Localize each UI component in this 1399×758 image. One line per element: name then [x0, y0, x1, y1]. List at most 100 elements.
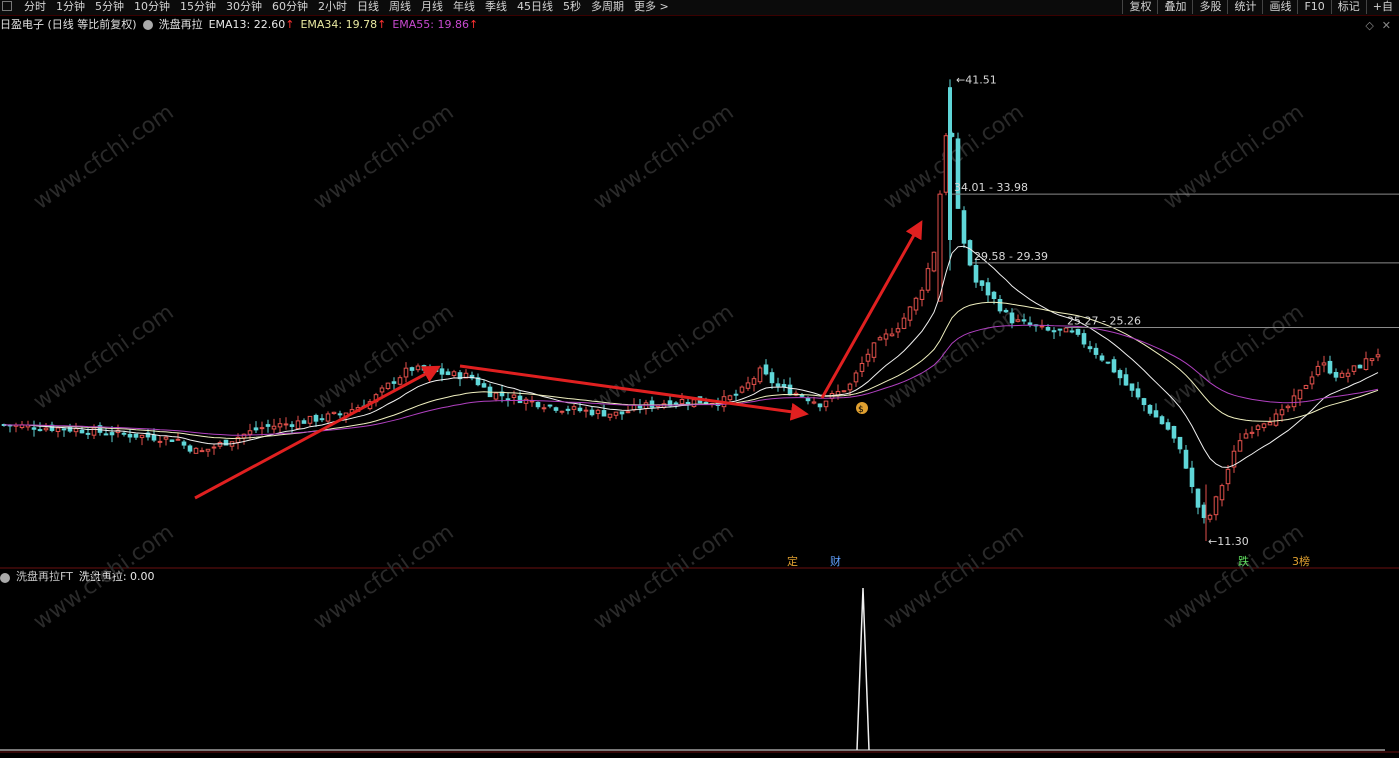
candle-body — [85, 432, 91, 435]
candle-body — [1327, 360, 1333, 374]
candle-body — [121, 432, 127, 435]
candle-body — [679, 398, 685, 405]
candle-body — [901, 317, 907, 329]
candle-body — [1357, 364, 1363, 369]
candle-body — [1333, 371, 1339, 378]
candle-body — [1279, 409, 1285, 416]
candle-body — [1063, 327, 1069, 333]
candle-body — [139, 434, 145, 439]
price-level-label-2: 25.27 - 25.26 — [1067, 315, 1141, 328]
candle-body — [745, 382, 751, 389]
candle-body — [871, 342, 877, 358]
candle-body — [973, 264, 979, 283]
candle-body — [199, 450, 205, 453]
candle-body — [547, 404, 553, 407]
candle-body — [391, 381, 397, 384]
money-bag-symbol: $ — [858, 405, 864, 415]
candle-body — [703, 401, 709, 405]
candle-body — [1375, 354, 1381, 358]
candle-body — [193, 447, 199, 454]
candle-body — [175, 438, 181, 441]
candle-body — [1297, 389, 1303, 400]
candle-body — [1039, 325, 1045, 328]
watermark-text: www.cfchi.com — [589, 520, 738, 635]
signal-spike — [856, 587, 870, 751]
candle-body — [1117, 370, 1123, 379]
candle-body — [247, 430, 253, 435]
candle-body — [1099, 355, 1105, 361]
candle-body — [133, 433, 139, 438]
candle-body — [787, 384, 793, 396]
candle-body — [1213, 496, 1219, 516]
watermark-text: www.cfchi.com — [589, 300, 738, 415]
candle-body — [151, 434, 157, 441]
candle-body — [631, 404, 637, 411]
candle-body — [73, 428, 79, 433]
candle-body — [103, 433, 109, 436]
candle-body — [769, 372, 775, 384]
candle-body — [991, 291, 997, 300]
candle-body — [1015, 319, 1021, 322]
candle-body — [649, 400, 655, 408]
candle-body — [781, 384, 787, 388]
candle-body — [1009, 312, 1015, 324]
candle-body — [925, 268, 931, 291]
candle-body — [1363, 358, 1369, 370]
candle-body — [1057, 328, 1063, 331]
candle-body — [559, 410, 565, 413]
watermark-text: www.cfchi.com — [1159, 100, 1308, 215]
candle-body — [505, 398, 511, 401]
candle-body — [1129, 383, 1135, 391]
watermark-layer: www.cfchi.com www.cfchi.com www.cfchi.com w… — [29, 100, 1308, 635]
candle-body — [1345, 372, 1351, 377]
candle-body — [637, 405, 643, 409]
candle-body — [589, 409, 595, 416]
candle-body — [295, 420, 301, 430]
candle-body — [1069, 330, 1075, 333]
event-marker-ding: 定 — [787, 554, 798, 568]
candle-body — [1339, 372, 1345, 378]
candle-body — [37, 429, 43, 432]
candle-body — [1261, 423, 1267, 429]
candle-body — [529, 400, 535, 403]
candle-body — [853, 372, 859, 383]
candle-body — [31, 427, 37, 430]
candle-body — [1207, 514, 1213, 520]
candle-body — [1171, 425, 1177, 439]
candle-body — [619, 411, 625, 415]
candle-body — [127, 433, 133, 438]
candle-body — [739, 386, 745, 393]
watermark-text: www.cfchi.com — [29, 520, 178, 635]
candle-body — [757, 367, 763, 383]
candle-body — [847, 383, 853, 391]
candle-body — [1159, 416, 1165, 425]
event-marker-cai: 财 — [830, 554, 841, 568]
candle-body — [169, 439, 175, 442]
candle-body — [493, 392, 499, 400]
candle-body — [841, 390, 847, 393]
candle-body — [1195, 488, 1201, 508]
candle-body — [751, 378, 757, 385]
candle-body — [1189, 467, 1195, 487]
candle-body — [907, 306, 913, 321]
candle-body — [625, 411, 631, 414]
candle-body — [823, 400, 829, 408]
candle-body — [385, 382, 391, 390]
watermark-text: www.cfchi.com — [1159, 300, 1308, 415]
watermark-text: www.cfchi.com — [309, 520, 458, 635]
candle-body — [253, 427, 259, 431]
watermark-text: www.cfchi.com — [29, 300, 178, 415]
candle-body — [1219, 485, 1225, 501]
candle-body — [1243, 433, 1249, 439]
candle-body — [1105, 361, 1111, 364]
candle-body — [523, 398, 529, 404]
kline-chart[interactable]: www.cfchi.com www.cfchi.com www.cfchi.com w… — [0, 0, 1399, 758]
candle-body — [1045, 326, 1051, 331]
candle-body — [289, 424, 295, 427]
candle-body — [1225, 468, 1231, 485]
candle-body — [109, 432, 115, 436]
candle-body — [433, 369, 439, 372]
candle-body — [883, 333, 889, 340]
candle-body — [805, 397, 811, 402]
candle-body — [283, 423, 289, 426]
